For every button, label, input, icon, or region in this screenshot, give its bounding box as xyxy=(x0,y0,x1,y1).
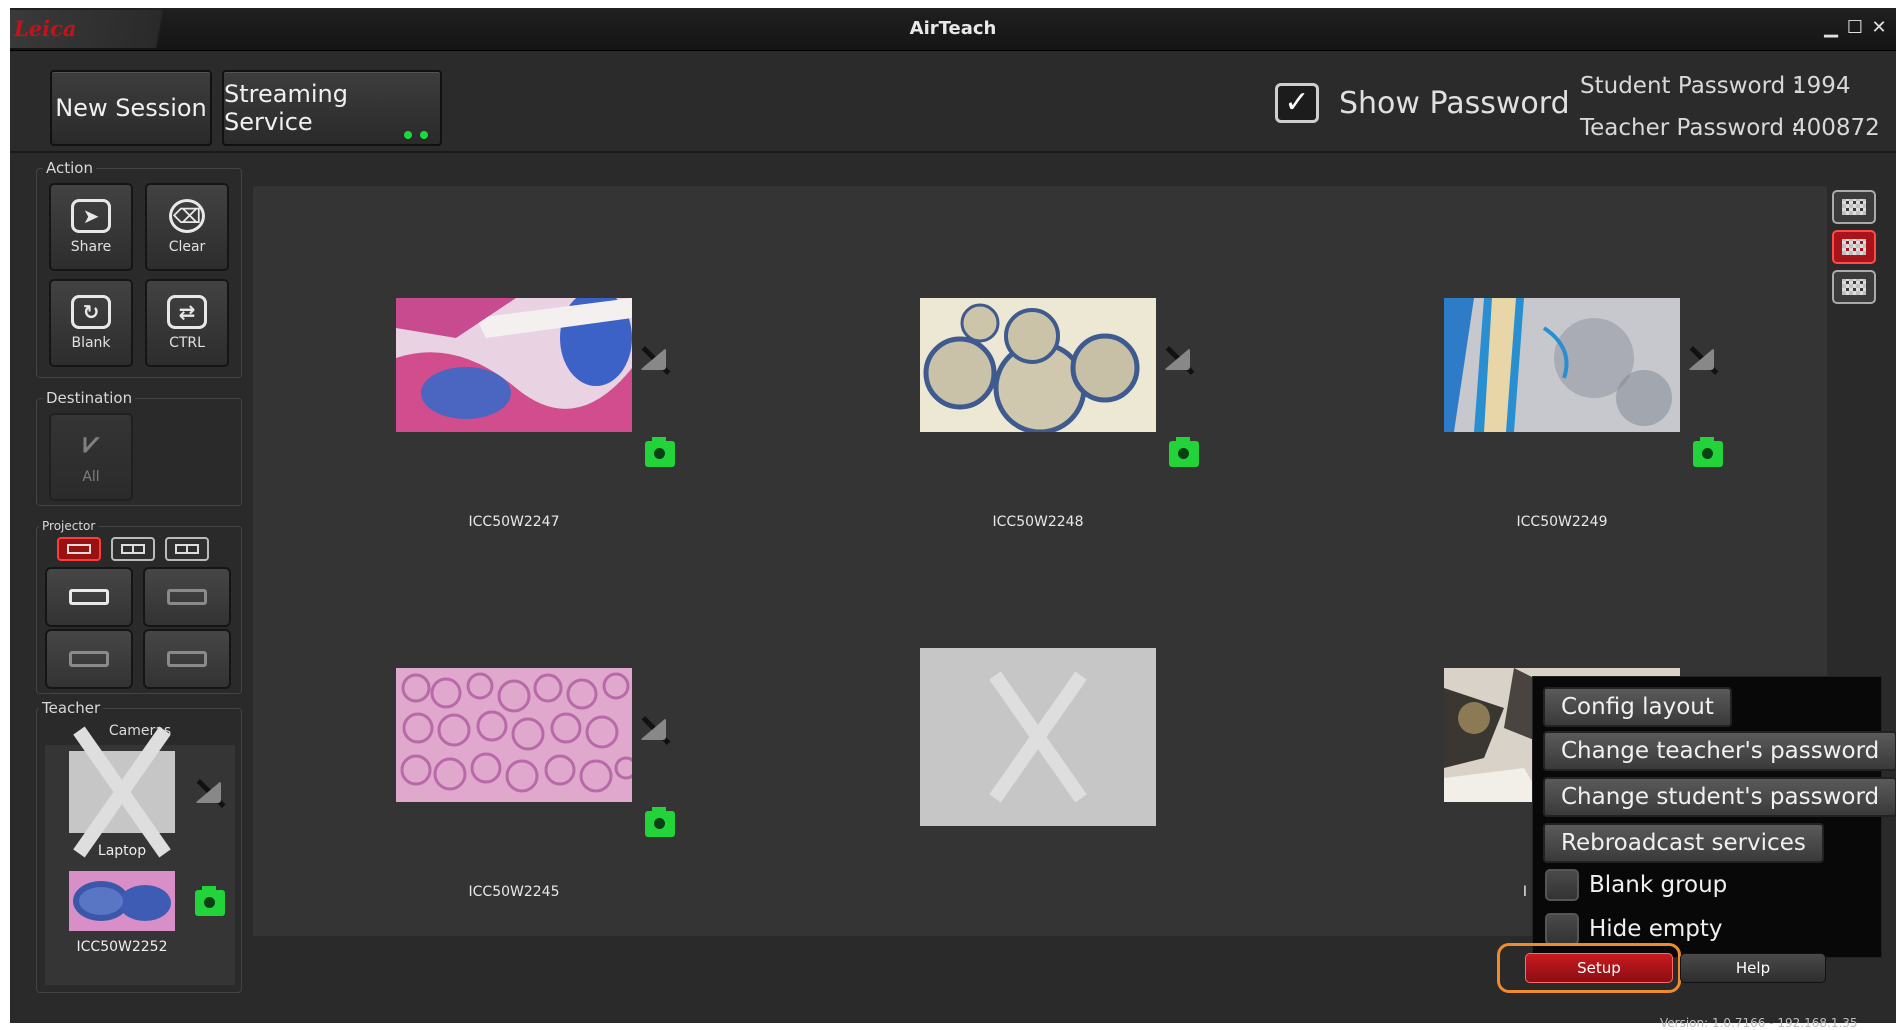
projector-3-button[interactable] xyxy=(45,629,133,689)
help-button[interactable]: Help xyxy=(1680,953,1826,983)
new-session-button[interactable]: New Session xyxy=(50,70,212,146)
camera-icon[interactable] xyxy=(1693,437,1723,467)
share-icon: ➤ xyxy=(71,199,111,233)
show-password-label: Show Password xyxy=(1339,86,1570,121)
teacher-cameras-list: Laptop ICC50W2252 xyxy=(45,745,235,985)
blank-group-label: Blank group xyxy=(1589,872,1728,898)
student-password-value: 1994 xyxy=(1792,73,1851,99)
title-bar: Leica AirTeach ▁ ☐ ✕ xyxy=(10,8,1896,51)
window-title: AirTeach xyxy=(909,18,997,39)
show-password-checkbox[interactable]: ✓ xyxy=(1275,83,1319,123)
student-tile-label: ICC50W2249 xyxy=(1516,514,1608,530)
student-tile-label: ICC50W2248 xyxy=(992,514,1084,530)
projector-group-label: Projector xyxy=(39,519,99,533)
ctrl-button[interactable]: ⇄ CTRL xyxy=(145,279,229,367)
cameras-label: Cameras xyxy=(108,723,172,739)
close-icon[interactable]: ✕ xyxy=(1868,16,1890,40)
student-tile-label: ICC50W2247 xyxy=(468,514,560,530)
teacher-password-value: 400872 xyxy=(1792,115,1880,141)
ctrl-label: CTRL xyxy=(169,335,205,351)
projector-4-button[interactable] xyxy=(143,629,231,689)
student-password-label: Student Password : xyxy=(1580,73,1801,99)
laptop-label: Laptop xyxy=(97,843,147,859)
no-stream-icon[interactable] xyxy=(1162,344,1194,376)
share-label: Share xyxy=(70,239,112,255)
refresh-icon: ↻ xyxy=(71,295,111,329)
projector-icon xyxy=(69,651,109,667)
control-icon: ⇄ xyxy=(167,295,207,329)
status-dot xyxy=(404,131,412,139)
hide-empty-label: Hide empty xyxy=(1589,916,1723,942)
projector-layout-selector xyxy=(57,537,237,563)
blank-label: Blank xyxy=(71,335,111,351)
single-layout-option[interactable] xyxy=(57,537,101,561)
minimize-icon[interactable]: ▁ xyxy=(1820,16,1842,40)
destination-group-label: Destination xyxy=(43,389,136,407)
all-label: All xyxy=(82,469,100,485)
layout-3x3-button[interactable] xyxy=(1832,230,1876,264)
action-group: Action ➤ Share ⌫ Clear ↻ Blank ⇄ CTRL xyxy=(36,159,242,378)
projector-icon xyxy=(69,589,109,605)
airteach-window: Leica AirTeach ▁ ☐ ✕ New Session Streami… xyxy=(10,8,1896,1030)
projector-icon xyxy=(167,589,207,605)
teacher-password-label: Teacher Password : xyxy=(1580,115,1800,141)
top-bar: New Session Streaming Service ✓ Show Pas… xyxy=(10,53,1896,153)
camera-icon[interactable] xyxy=(645,437,675,467)
left-panel: Action ➤ Share ⌫ Clear ↻ Blank ⇄ CTRL De… xyxy=(10,158,245,996)
setup-menu: Config layout Change teacher's password … xyxy=(1532,676,1896,958)
layout-4x4-button[interactable] xyxy=(1832,190,1876,224)
student-tile-thumbnail[interactable] xyxy=(396,668,632,802)
new-session-label: New Session xyxy=(55,94,207,122)
camera-icon[interactable] xyxy=(645,807,675,837)
grid-icon xyxy=(1842,239,1866,255)
version-text: Version: 1.0.7166 - 192.168.1.35 xyxy=(1660,1016,1858,1030)
no-stream-icon xyxy=(193,777,225,809)
hide-empty-checkbox[interactable] xyxy=(1545,913,1579,945)
empty-tile-placeholder[interactable] xyxy=(920,648,1156,826)
no-stream-icon[interactable] xyxy=(1686,344,1718,376)
status-dot xyxy=(420,131,428,139)
no-stream-icon[interactable] xyxy=(638,344,670,376)
streaming-service-button[interactable]: Streaming Service xyxy=(222,70,442,146)
maximize-icon[interactable]: ☐ xyxy=(1844,16,1866,40)
config-layout-button[interactable]: Config layout xyxy=(1543,687,1732,727)
grid-icon xyxy=(1842,199,1866,215)
blank-group-checkbox[interactable] xyxy=(1545,869,1579,901)
camera-label: ICC50W2252 xyxy=(76,939,168,955)
student-tile-thumbnail[interactable] xyxy=(1444,298,1680,432)
student-tile-label: I xyxy=(1522,884,1527,900)
all-icon: ⩗ xyxy=(83,426,99,459)
setup-button[interactable]: Setup xyxy=(1525,953,1673,983)
trash-icon: ⌫ xyxy=(169,199,205,233)
projector-2-button[interactable] xyxy=(143,567,231,627)
teacher-group: Teacher Cameras Laptop ICC50W2252 xyxy=(36,699,242,993)
share-button[interactable]: ➤ Share xyxy=(49,183,133,271)
change-student-password-button[interactable]: Change student's password xyxy=(1543,777,1896,817)
change-teacher-password-button[interactable]: Change teacher's password xyxy=(1543,731,1896,771)
student-tile-thumbnail[interactable] xyxy=(396,298,632,432)
teacher-group-label: Teacher xyxy=(39,699,104,717)
clear-button[interactable]: ⌫ Clear xyxy=(145,183,229,271)
clear-label: Clear xyxy=(168,239,206,255)
streaming-service-label: Streaming Service xyxy=(224,80,348,136)
layout-2x2-button[interactable] xyxy=(1832,270,1876,304)
all-destination-button[interactable]: ⩗ All xyxy=(49,413,133,501)
camera-icon[interactable] xyxy=(195,886,225,916)
blank-button[interactable]: ↻ Blank xyxy=(49,279,133,367)
destination-group: Destination ⩗ All xyxy=(36,389,242,506)
quad-layout-option[interactable] xyxy=(165,537,209,561)
camera-thumbnail[interactable] xyxy=(69,871,175,931)
projector-group: Projector xyxy=(36,519,242,694)
projector-icon xyxy=(167,651,207,667)
projector-1-button[interactable] xyxy=(45,567,133,627)
camera-icon[interactable] xyxy=(1169,437,1199,467)
grid-icon xyxy=(1842,279,1866,295)
laptop-thumbnail[interactable] xyxy=(69,751,175,833)
no-stream-icon[interactable] xyxy=(638,714,670,746)
student-tile-label: ICC50W2245 xyxy=(468,884,560,900)
action-group-label: Action xyxy=(43,159,96,177)
student-tile-thumbnail[interactable] xyxy=(920,298,1156,432)
dual-layout-option[interactable] xyxy=(111,537,155,561)
rebroadcast-services-button[interactable]: Rebroadcast services xyxy=(1543,823,1824,863)
